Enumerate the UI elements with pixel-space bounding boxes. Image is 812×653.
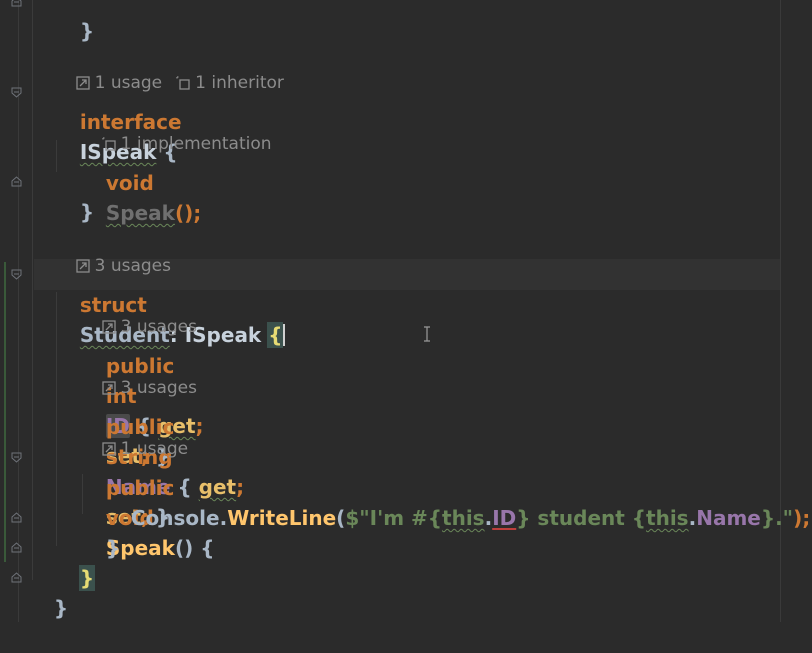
ibeam-cursor-icon: [423, 326, 431, 342]
fold-marker-icon[interactable]: [11, 87, 22, 98]
closing-brace: }: [105, 536, 121, 560]
code-line[interactable]: public int ID { get; set; }: [78, 321, 204, 468]
matched-brace: {: [267, 322, 284, 348]
code-editor[interactable]: } 1 usage 1 inheritor interface ISpeak { …: [0, 0, 812, 622]
code-line[interactable]: interface ISpeak {: [52, 77, 182, 164]
closing-brace: }: [79, 200, 95, 224]
matched-brace: }: [78, 565, 96, 591]
fold-marker-icon[interactable]: [11, 512, 22, 523]
code-line[interactable]: public void Speak() {: [78, 443, 215, 560]
code-line[interactable]: }: [26, 563, 68, 620]
fold-marker-icon[interactable]: [11, 0, 22, 7]
text-caret: [283, 324, 286, 346]
string-literal: } student {: [516, 506, 647, 530]
code-line[interactable]: }: [52, 0, 94, 43]
method-parens: () {: [174, 536, 215, 560]
property-name[interactable]: Name: [696, 506, 761, 530]
string-literal: }.": [760, 506, 794, 530]
indent-guide: [32, 0, 33, 580]
code-line[interactable]: public string Name { get; set; }: [78, 382, 244, 529]
keyword-this[interactable]: this: [646, 506, 689, 530]
inlay-hint-usages[interactable]: 3 usages: [54, 233, 171, 276]
closing-brace: }: [53, 596, 69, 620]
fold-marker-icon[interactable]: [11, 452, 22, 463]
fold-marker-icon[interactable]: [11, 269, 22, 280]
method-name[interactable]: Speak: [106, 201, 175, 225]
inheritor-count: 1 inheritor: [195, 73, 284, 93]
vcs-change-bar[interactable]: [4, 262, 6, 562]
keyword-this[interactable]: this: [442, 506, 485, 530]
closing-brace: }: [79, 19, 95, 43]
method-writeline[interactable]: WriteLine: [227, 506, 336, 530]
semicolon: ;: [195, 414, 204, 438]
inlay-hint-usages[interactable]: 1 usage 1 inheritor: [54, 50, 284, 93]
inlay-hint-usages[interactable]: 1 usage: [80, 416, 188, 459]
fold-marker-icon[interactable]: [11, 542, 22, 553]
string-literal: $"I'm #{: [345, 506, 443, 530]
class-console[interactable]: Console: [131, 506, 220, 530]
inlay-hint-usages[interactable]: 3 usages: [80, 355, 197, 398]
code-line[interactable]: }: [52, 533, 96, 591]
code-line[interactable]: struct Student: ISpeak {: [52, 260, 286, 348]
code-line[interactable]: void Speak();: [78, 138, 201, 225]
code-line[interactable]: }: [52, 167, 94, 224]
code-line[interactable]: }: [78, 503, 120, 560]
inlay-hint-usages[interactable]: 3 usages: [80, 294, 197, 337]
parens-semicolon: ();: [174, 201, 202, 225]
code-line[interactable]: Console.WriteLine($"I'm #{this.ID} stude…: [103, 473, 810, 530]
property-id[interactable]: ID: [492, 506, 516, 530]
inlay-hint-implementations[interactable]: 1 implementation: [80, 111, 272, 154]
open-paren: (: [336, 506, 346, 530]
close-call: );: [793, 506, 811, 530]
keyword-void: void: [105, 171, 154, 195]
fold-marker-icon[interactable]: [11, 572, 22, 583]
fold-marker-icon[interactable]: [11, 176, 22, 187]
